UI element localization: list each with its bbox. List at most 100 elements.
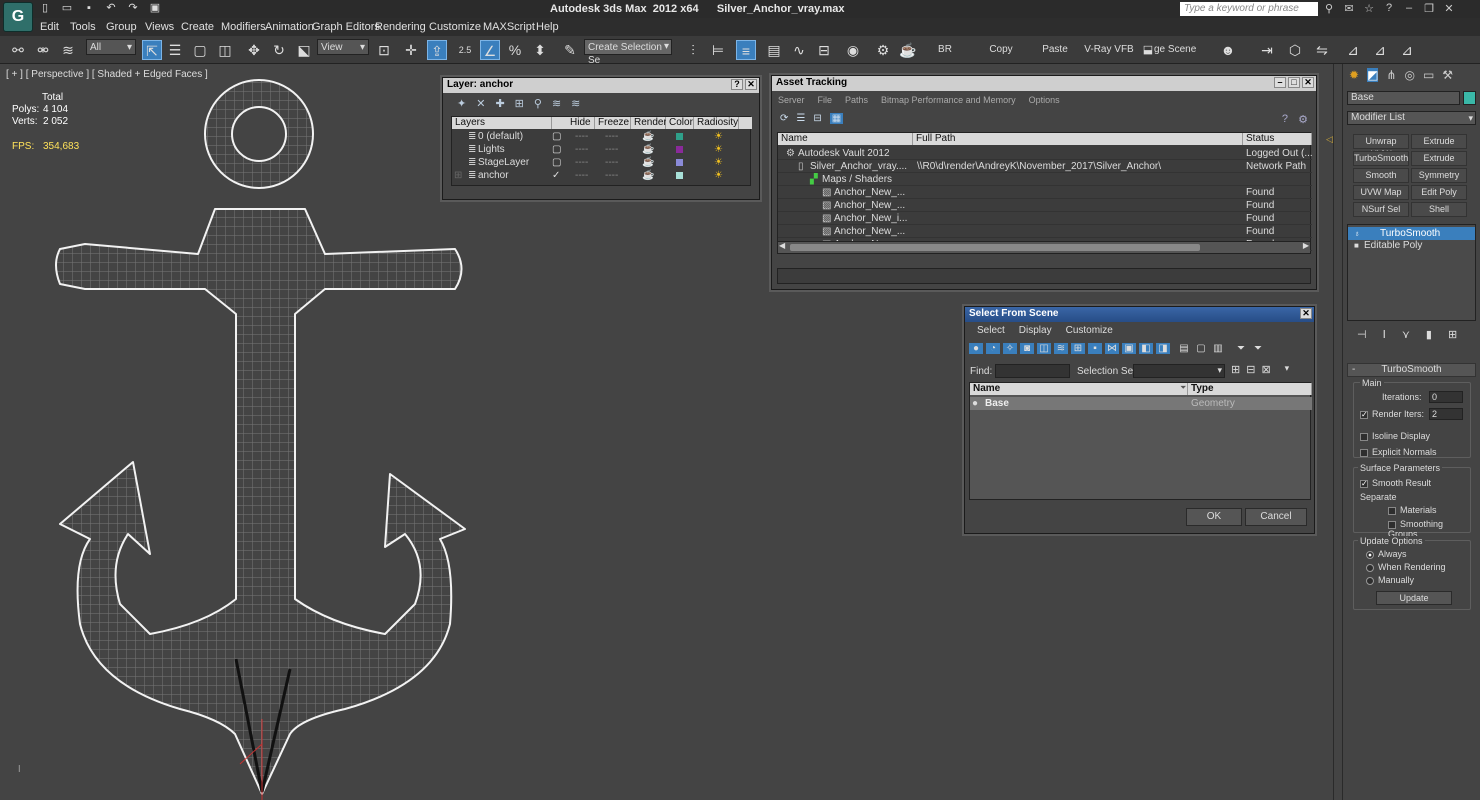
freeze-toggle[interactable]: ---- bbox=[605, 130, 618, 143]
display-spacewarps-icon[interactable]: ≋ bbox=[1054, 343, 1068, 354]
stage-scene-button[interactable]: ge Scene Stat bbox=[1154, 40, 1216, 75]
menu-rendering[interactable]: Rendering bbox=[375, 21, 426, 33]
menu-edit[interactable]: Edit bbox=[40, 21, 59, 33]
col-radiosity[interactable]: Radiosity bbox=[694, 117, 739, 129]
utilities-tab-icon[interactable]: ⚒ bbox=[1442, 68, 1453, 82]
snaps-toggle-button[interactable]: 2.5 bbox=[455, 40, 475, 60]
layer-row[interactable]: ⊞ ≣ anchor ✓ ---- ---- ☕ ☀ bbox=[452, 169, 752, 182]
asset-menu-paths[interactable]: Paths bbox=[845, 95, 868, 105]
display-cameras-icon[interactable]: ◙ bbox=[1020, 343, 1034, 354]
project-folder-icon[interactable]: ▣ bbox=[148, 2, 162, 15]
display-xrefs-icon[interactable]: ▪ bbox=[1088, 343, 1102, 354]
object-color-swatch[interactable] bbox=[1463, 91, 1476, 105]
display-shapes-icon[interactable]: ◔ bbox=[986, 343, 1000, 354]
chevron-down-icon[interactable]: ▾ bbox=[1285, 363, 1290, 376]
display-groups-icon[interactable]: ⊞ bbox=[1071, 343, 1085, 354]
modifier-list-dropdown[interactable]: Modifier List ▾ bbox=[1347, 111, 1476, 125]
add-to-layer-icon[interactable]: ✚ bbox=[495, 97, 504, 110]
modifier-button[interactable]: NSurf Sel bbox=[1353, 202, 1409, 217]
percent-snap-icon[interactable]: % bbox=[505, 40, 525, 60]
scene-row-base[interactable]: ● Base Geometry bbox=[970, 397, 1312, 410]
render-teapot-icon[interactable]: ☕ bbox=[642, 143, 654, 156]
rectangular-selection-icon[interactable]: ▢ bbox=[190, 40, 210, 60]
update-button[interactable]: Update bbox=[1376, 591, 1452, 605]
asset-menu-file[interactable]: File bbox=[818, 95, 833, 105]
select-menu-select[interactable]: Select bbox=[977, 325, 1005, 336]
col-type[interactable]: Type bbox=[1188, 383, 1312, 395]
modify-tab-icon[interactable]: ◩ bbox=[1367, 68, 1379, 82]
highlight-layer-icon[interactable]: ⚲ bbox=[534, 97, 542, 110]
cancel-button[interactable]: Cancel bbox=[1245, 508, 1307, 526]
asset-row[interactable]: ▧Anchor_New_... Found bbox=[778, 199, 1312, 212]
pin-stack-icon[interactable]: ⊣ bbox=[1357, 328, 1367, 341]
hide-toggle[interactable]: ---- bbox=[575, 130, 588, 143]
scroll-right-icon[interactable]: ▶ bbox=[1303, 241, 1309, 250]
modifier-button[interactable]: Extrude bbox=[1411, 134, 1467, 149]
close-button[interactable]: ✕ bbox=[1300, 308, 1312, 319]
layer-color-swatch[interactable] bbox=[676, 159, 683, 166]
col-full-path[interactable]: Full Path bbox=[913, 133, 1243, 145]
undo-icon[interactable]: ↶ bbox=[104, 2, 118, 15]
display-tab-icon[interactable]: ▭ bbox=[1423, 68, 1434, 82]
selection-filter-dropdown[interactable]: All ▾ bbox=[86, 39, 136, 55]
display-none-icon[interactable]: ▢ bbox=[1194, 343, 1208, 354]
redo-icon[interactable]: ↷ bbox=[126, 2, 140, 15]
asset-row[interactable]: ⚙ Autodesk Vault 2012 Logged Out (... bbox=[778, 147, 1312, 160]
pivot-center-icon[interactable]: ⊡ bbox=[374, 40, 394, 60]
hierarchy-tab-icon[interactable]: ⋔ bbox=[1386, 68, 1396, 82]
expand-icon[interactable]: ⊞ bbox=[454, 169, 462, 182]
display-hidden-icon[interactable]: ◨ bbox=[1156, 343, 1170, 354]
table-view-icon[interactable]: ▦ bbox=[829, 113, 844, 124]
select-invert-icon[interactable]: ⊠ bbox=[1261, 363, 1270, 376]
create-tab-icon[interactable]: ✹ bbox=[1349, 68, 1359, 82]
scale-icon[interactable]: ⬕ bbox=[294, 40, 314, 60]
modifier-button[interactable]: TurboSmooth bbox=[1353, 151, 1409, 166]
schematic-view-icon[interactable]: ⊟ bbox=[814, 40, 834, 60]
rotate-icon[interactable]: ↻ bbox=[269, 40, 289, 60]
asset-row[interactable]: ▧ Anchor_New_i... Found bbox=[778, 212, 1312, 225]
modifier-button[interactable]: Extrude bbox=[1411, 151, 1467, 166]
restore-icon[interactable]: ❐ bbox=[1422, 2, 1436, 15]
auto-key-icon[interactable]: ⊿ bbox=[1397, 40, 1417, 60]
show-end-result-icon[interactable]: Ⅰ bbox=[1383, 328, 1386, 341]
skull-icon[interactable]: ☻ bbox=[1218, 40, 1238, 60]
always-radio[interactable]: Always bbox=[1366, 549, 1407, 559]
modifier-button[interactable]: Smooth bbox=[1353, 168, 1409, 183]
radiosity-sun-icon[interactable]: ☀ bbox=[714, 156, 723, 169]
unlink-icon[interactable]: ⚮ bbox=[33, 40, 53, 60]
help-icon[interactable]: ? bbox=[1282, 113, 1288, 125]
layer-color-swatch[interactable] bbox=[676, 172, 683, 179]
key-mode-icon[interactable]: ⊿ bbox=[1343, 40, 1363, 60]
asset-menu-server[interactable]: Server bbox=[778, 95, 805, 105]
container-icon[interactable]: ⬡ bbox=[1285, 40, 1305, 60]
scrollbar-thumb[interactable] bbox=[790, 244, 1200, 251]
spinner-snap-icon[interactable]: ⬍ bbox=[530, 40, 550, 60]
minimize-button[interactable]: – bbox=[1274, 77, 1286, 88]
modifier-button[interactable]: Unwrap UVW bbox=[1353, 134, 1409, 159]
named-selection-dropdown[interactable]: Create Selection Se ▾ bbox=[584, 39, 672, 66]
app-logo-icon[interactable]: G bbox=[3, 2, 33, 32]
set-key-icon[interactable]: ⊿ bbox=[1370, 40, 1390, 60]
layer-color-swatch[interactable] bbox=[676, 133, 683, 140]
minimize-icon[interactable]: – bbox=[1402, 2, 1416, 15]
asset-row[interactable]: ▧Anchor_New_... Found bbox=[778, 186, 1312, 199]
radiosity-sun-icon[interactable]: ☀ bbox=[714, 169, 723, 182]
menu-modifiers[interactable]: Modifiers bbox=[221, 21, 266, 33]
asset-menu-bitmap[interactable]: Bitmap Performance and Memory bbox=[881, 95, 1016, 105]
tree-view-icon[interactable]: ⊟ bbox=[813, 113, 821, 124]
delete-layer-icon[interactable]: ✕ bbox=[476, 97, 485, 110]
keyword-search-input[interactable]: Type a keyword or phrase bbox=[1180, 2, 1318, 16]
panel-collapse-icon[interactable]: ◁ bbox=[1326, 134, 1333, 145]
when-rendering-radio[interactable]: When Rendering bbox=[1366, 562, 1446, 572]
select-and-link-icon[interactable]: ⚯ bbox=[8, 40, 28, 60]
radiosity-sun-icon[interactable]: ☀ bbox=[714, 143, 723, 156]
new-file-icon[interactable]: ▯ bbox=[38, 2, 52, 15]
export-icon[interactable]: ⇥ bbox=[1257, 40, 1277, 60]
asset-row[interactable]: ▯ Silver_Anchor_vray.... \\R0\d\render\And… bbox=[778, 160, 1312, 173]
select-menu-customize[interactable]: Customize bbox=[1066, 325, 1113, 336]
align-icon[interactable]: ⊨ bbox=[708, 40, 728, 60]
menu-help[interactable]: Help bbox=[536, 21, 559, 33]
col-color[interactable]: Color bbox=[666, 117, 694, 129]
layer-manager-icon[interactable]: ≡ bbox=[736, 40, 756, 60]
binoculars-icon[interactable]: ⚲ bbox=[1322, 2, 1336, 15]
